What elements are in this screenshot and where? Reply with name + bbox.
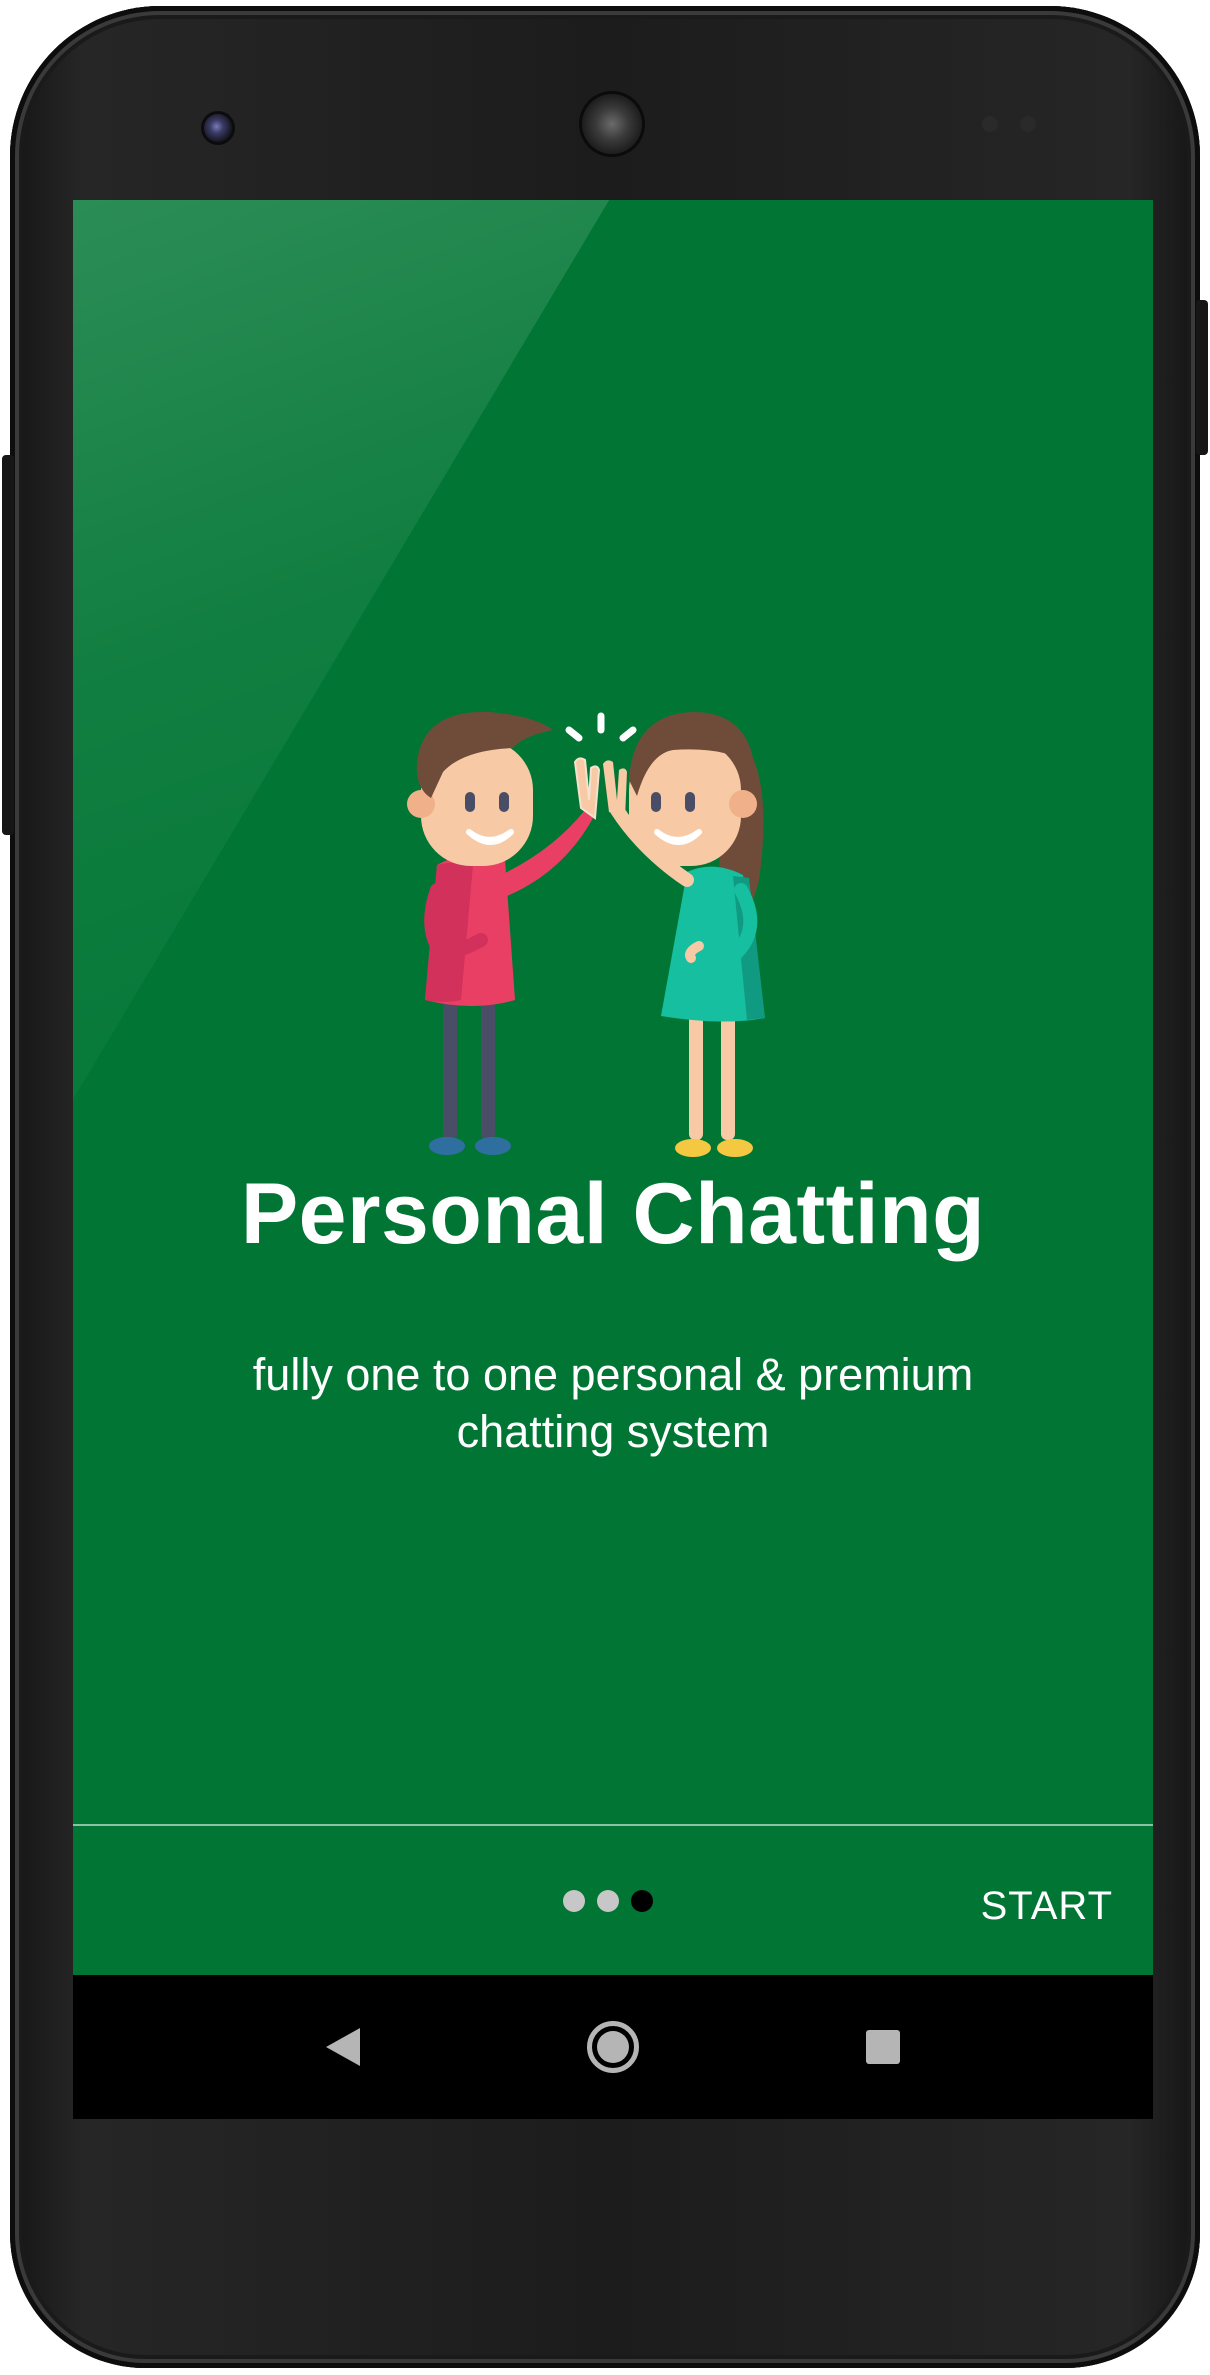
- bottom-divider: [73, 1824, 1153, 1826]
- proximity-sensor: [982, 116, 998, 132]
- android-navigation-bar: [73, 1975, 1153, 2119]
- light-sensor: [1020, 116, 1036, 132]
- phone-frame: Personal Chatting fully one to one perso…: [10, 6, 1200, 2368]
- nav-recents-button[interactable]: [823, 1975, 943, 2119]
- onboarding-screen: Personal Chatting fully one to one perso…: [73, 200, 1153, 1975]
- girl-figure: [603, 712, 765, 1157]
- home-icon: [587, 2021, 639, 2073]
- volume-button: [2, 455, 14, 835]
- page-indicator-dot-1[interactable]: [563, 1890, 585, 1912]
- screen: Personal Chatting fully one to one perso…: [73, 200, 1153, 2119]
- boy-figure: [407, 711, 601, 1155]
- high-five-illustration: [407, 711, 765, 1157]
- earpiece-speaker: [582, 94, 642, 154]
- nav-home-button[interactable]: [553, 1975, 673, 2119]
- page-indicator-dot-3-active[interactable]: [631, 1890, 653, 1912]
- power-button: [1196, 300, 1208, 455]
- front-camera: [204, 114, 232, 142]
- onboarding-title: Personal Chatting: [240, 1166, 986, 1262]
- back-icon: [326, 2028, 360, 2066]
- recents-icon: [866, 2030, 900, 2064]
- page-indicator-dot-2[interactable]: [597, 1890, 619, 1912]
- sparkle-icon: [565, 712, 637, 742]
- nav-back-button[interactable]: [283, 1975, 403, 2119]
- start-button[interactable]: START: [933, 1876, 1113, 1936]
- page-indicator: [563, 1889, 653, 1913]
- onboarding-description: fully one to one personal & premium chat…: [252, 1349, 974, 1457]
